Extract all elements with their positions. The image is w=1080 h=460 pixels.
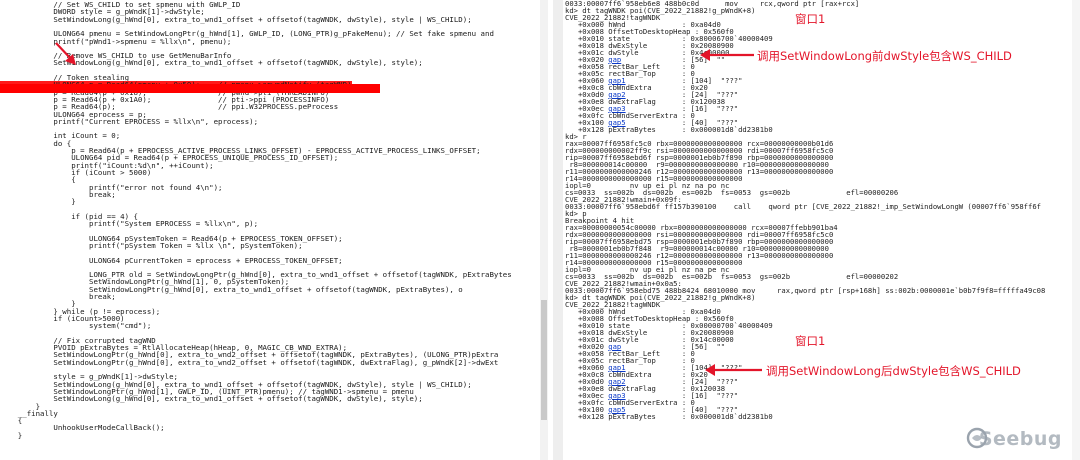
window1-label-bottom: 窗口1 xyxy=(795,334,826,348)
code-line: printf("System EPROCESS = %llx\n", p); xyxy=(0,219,259,228)
debugger-output-line: +0x128 pExtraBytes : 0x000001d8`dd2381b0 xyxy=(565,412,773,421)
code-line: SetWindowLong(g_hWnd[0], extra_to_wnd1_o… xyxy=(0,394,423,404)
code-line: } xyxy=(0,430,23,440)
seebug-watermark: Seebug xyxy=(978,428,1062,450)
debugger-output-pane[interactable]: 0033:00007ff6`958eb6e8 488b0c0d mov rcx,… xyxy=(563,0,1080,460)
debugger-vertical-scrollbar[interactable] xyxy=(1072,0,1080,460)
code-line: UnhookUserModeCallBack(); xyxy=(0,423,165,433)
code-line: printf("Current EPROCESS = %llx\n", epro… xyxy=(0,116,259,126)
debugger-output-line: 0033:00007ff6`958ebd6f ff157b390100 call… xyxy=(565,202,1041,211)
arrow-left-icon-2 xyxy=(705,364,762,376)
code-line: ULONG64 pCurrentToken = eprocess + EPROC… xyxy=(0,255,343,265)
pane-divider[interactable] xyxy=(553,0,563,460)
code-scrollbar-thumb[interactable] xyxy=(541,300,547,420)
before-setwindowlong-note: 调用SetWindowLong前dwStyle包含WS_CHILD xyxy=(757,49,1012,63)
debugger-output-line: +0x128 pExtraBytes : 0x000001d8`dd2381b0 xyxy=(565,125,773,134)
arrow-left-icon xyxy=(700,49,754,61)
code-editor-pane[interactable]: // Set WS_CHILD to set spmenu with GWLP_… xyxy=(0,0,554,460)
code-line: printf("pWnd1->spmenu = %llx\n", pmenu); xyxy=(0,36,232,46)
red-arrow-icon xyxy=(55,42,76,65)
code-line: system("cmd"); xyxy=(0,321,152,331)
code-line: SetWindowLong(g_hWnd[0], extra_to_wnd1_o… xyxy=(0,14,472,24)
code-line: } xyxy=(0,197,76,207)
window1-label-top: 窗口1 xyxy=(795,12,826,26)
code-line: printf("pSystem Token = %llx \n", pSyste… xyxy=(0,240,303,250)
after-setwindowlong-note: 调用SetWindowLong后dwStyle包含WS_CHILD xyxy=(766,364,1021,378)
highlighted-line-marker xyxy=(0,84,380,93)
code-line: SetWindowLongPtr(g_hWnd[0], extra_to_wnd… xyxy=(0,357,499,367)
